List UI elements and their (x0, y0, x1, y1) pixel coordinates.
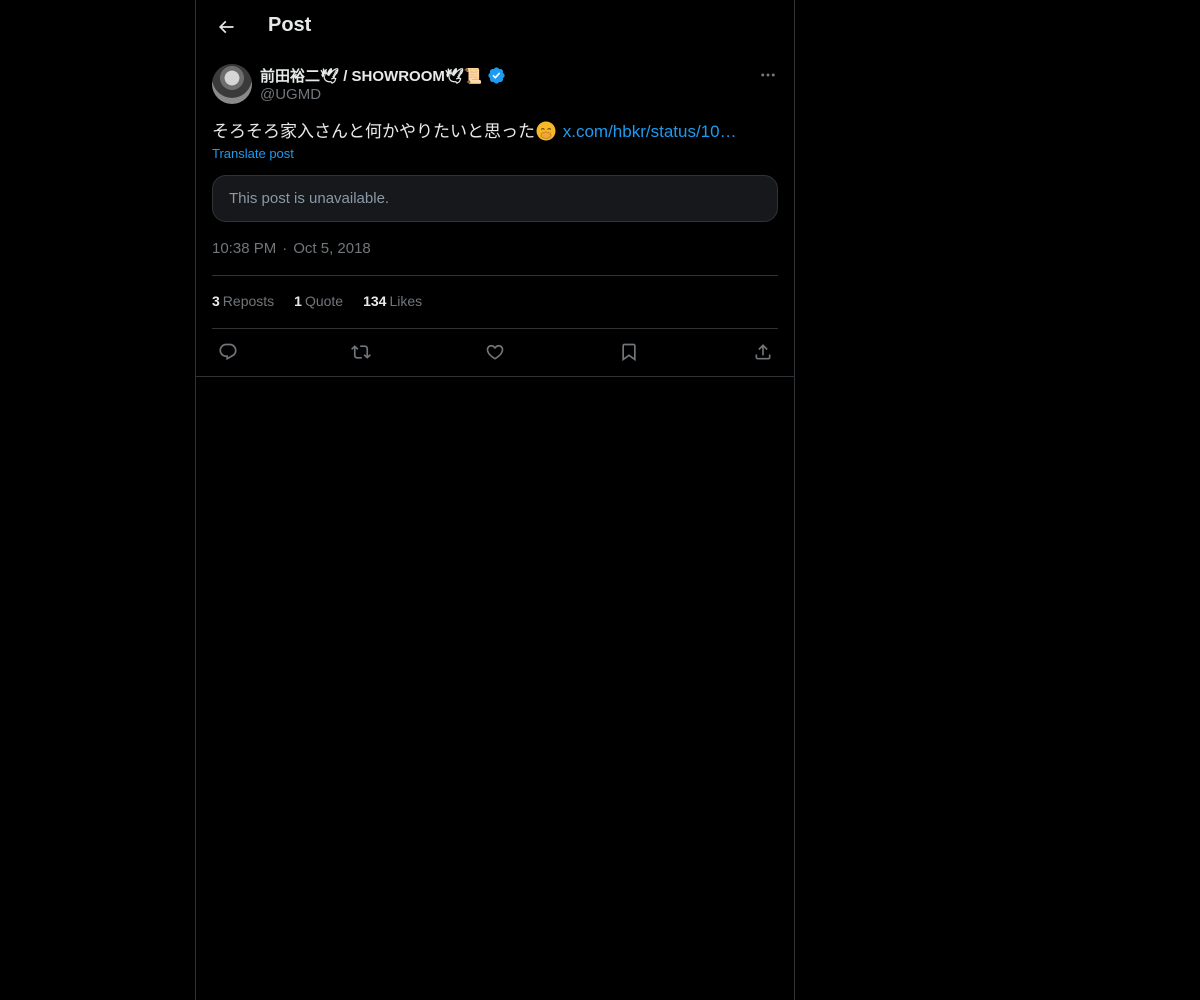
reposts-count: 3 (212, 293, 220, 309)
author-display-name[interactable]: 前田裕二🕊 / SHOWROOM🕊📜 (260, 65, 483, 86)
share-button[interactable] (747, 336, 779, 368)
post-timestamp: 10:38 PM · Oct 5, 2018 (212, 240, 371, 257)
repost-button[interactable] (345, 336, 377, 368)
face-with-hand-over-mouth-emoji-icon (536, 121, 556, 141)
post-column: Post 前田裕二🕊 / SHOWROOM🕊📜 @UGMD そろそろ家入さんと何… (195, 0, 795, 1000)
post-stats: 3 Reposts 1 Quote 134 Likes (212, 293, 422, 309)
quotes-stat[interactable]: 1 Quote (294, 293, 343, 309)
bookmark-button[interactable] (613, 336, 645, 368)
separator-dot: · (282, 240, 288, 257)
post-bottom-border (196, 376, 794, 377)
quotes-count: 1 (294, 293, 302, 309)
like-button[interactable] (479, 336, 511, 368)
bookmark-icon (622, 343, 636, 362)
reply-icon (219, 343, 237, 361)
share-icon (755, 344, 771, 360)
translate-post-link[interactable]: Translate post (212, 146, 294, 161)
post-time[interactable]: 10:38 PM (212, 240, 276, 257)
author-name-row: 前田裕二🕊 / SHOWROOM🕊📜 (260, 65, 506, 86)
more-dots-icon (761, 73, 775, 77)
reply-button[interactable] (212, 336, 244, 368)
divider (212, 275, 778, 276)
post-text: そろそろ家入さんと何かやりたいと思った x.com/hbkr/status/10… (212, 120, 778, 144)
page-title: Post (268, 14, 312, 36)
quotes-label: Quote (304, 293, 344, 309)
repost-icon (351, 345, 371, 359)
likes-label: Likes (389, 293, 423, 309)
back-button[interactable] (208, 9, 244, 45)
heart-icon (486, 344, 504, 360)
post-link[interactable]: x.com/hbkr/status/10… (563, 122, 737, 141)
reposts-stat[interactable]: 3 Reposts (212, 293, 274, 309)
post-author: 前田裕二🕊 / SHOWROOM🕊📜 @UGMD (212, 64, 778, 108)
more-options-button[interactable] (756, 64, 780, 86)
reposts-label: Reposts (222, 293, 275, 309)
post-header: Post (196, 0, 794, 54)
avatar[interactable] (212, 64, 252, 104)
author-handle[interactable]: @UGMD (260, 86, 321, 103)
post-actions (212, 336, 778, 368)
verified-badge-icon (487, 67, 505, 84)
back-arrow-icon (218, 20, 234, 34)
post-date[interactable]: Oct 5, 2018 (293, 240, 371, 257)
quoted-post-unavailable: This post is unavailable. (212, 175, 778, 222)
post-body-text: そろそろ家入さんと何かやりたいと思った (212, 122, 535, 141)
likes-count: 134 (363, 293, 387, 309)
divider (212, 328, 778, 329)
likes-stat[interactable]: 134 Likes (363, 293, 422, 309)
